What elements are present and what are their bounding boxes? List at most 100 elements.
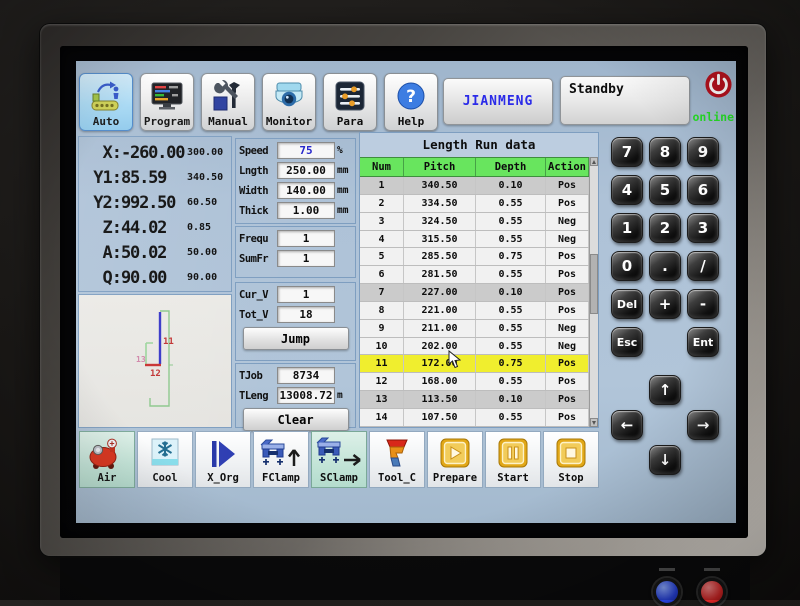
axis-readout-row: Q: 90.00 90.00 <box>79 265 231 290</box>
field-row: TJob 8734 <box>239 367 353 384</box>
panel-button-blue[interactable] <box>653 578 681 606</box>
table-row[interactable]: 4 315.50 0.55 Neg <box>360 231 589 249</box>
field-value-input[interactable]: 250.00 <box>277 162 335 179</box>
scroll-thumb[interactable] <box>590 254 598 313</box>
cell-num: 14 <box>360 409 404 426</box>
cell-depth: 0.75 <box>476 355 546 372</box>
power-button[interactable] <box>704 70 734 100</box>
table-row[interactable]: 10 202.00 0.55 Neg <box>360 338 589 356</box>
field-label: TJob <box>239 370 277 382</box>
tab-monitor[interactable]: Monitor <box>262 73 316 131</box>
cell-pitch: 172.00 <box>404 355 476 372</box>
table-row[interactable]: 3 324.50 0.55 Neg <box>360 213 589 231</box>
toolc-button[interactable]: Tool_C <box>369 431 425 488</box>
scroll-up-button[interactable] <box>590 157 598 166</box>
plus-key[interactable]: + <box>649 289 681 319</box>
table-row[interactable]: 9 211.00 0.55 Neg <box>360 320 589 338</box>
panel-button-red[interactable] <box>698 578 726 606</box>
brand-button[interactable]: JIANMENG <box>443 78 553 125</box>
table-row[interactable]: 2 334.50 0.55 Pos <box>360 195 589 213</box>
tab-para[interactable]: Para <box>323 73 377 131</box>
tab-auto[interactable]: Auto <box>79 73 133 131</box>
cell-depth: 0.55 <box>476 195 546 212</box>
field-value-input[interactable]: 13008.72 <box>277 387 335 404</box>
key-8[interactable]: 8 <box>649 137 681 167</box>
minus-key[interactable]: - <box>687 289 719 319</box>
fclamp-icon <box>258 436 304 472</box>
profile-preview: 11 12 13 <box>78 294 232 428</box>
cell-pitch: 107.50 <box>404 409 476 426</box>
xorg-button[interactable]: X_Org <box>195 431 251 488</box>
cool-icon <box>145 436 185 472</box>
key-3[interactable]: 3 <box>687 213 719 243</box>
field-unit: mm <box>337 165 348 176</box>
key-5[interactable]: 5 <box>649 175 681 205</box>
del-key[interactable]: Del <box>611 289 643 319</box>
scroll-down-button[interactable] <box>590 418 598 427</box>
axis-target-value: 340.50 <box>187 172 231 183</box>
arrow-down-key[interactable]: ↓ <box>649 445 681 475</box>
arrow-left-key[interactable]: ← <box>611 410 643 440</box>
cell-pitch: 227.00 <box>404 284 476 301</box>
table-header: Num Pitch Depth Action <box>360 157 598 177</box>
field-row: Lngth 250.00 mm <box>239 162 353 179</box>
table-row[interactable]: 11 172.00 0.75 Pos <box>360 355 589 373</box>
tab-manual[interactable]: Manual <box>201 73 255 131</box>
table-row[interactable]: 12 168.00 0.55 Pos <box>360 373 589 391</box>
cell-depth: 0.10 <box>476 177 546 194</box>
field-value-input[interactable]: 8734 <box>277 367 335 384</box>
table-scrollbar[interactable] <box>589 157 598 427</box>
cell-pitch: 334.50 <box>404 195 476 212</box>
table-row[interactable]: 1 340.50 0.10 Pos <box>360 177 589 195</box>
air-button[interactable]: Air <box>79 431 135 488</box>
prepare-button[interactable]: Prepare <box>427 431 483 488</box>
table-row[interactable]: 7 227.00 0.10 Pos <box>360 284 589 302</box>
table-row[interactable]: 5 285.50 0.75 Pos <box>360 248 589 266</box>
sclamp-button[interactable]: SClamp <box>311 431 367 488</box>
field-value-input[interactable]: 1.00 <box>277 202 335 219</box>
table-row[interactable]: 14 107.50 0.55 Pos <box>360 409 589 427</box>
key-slash[interactable]: / <box>687 251 719 281</box>
cell-action: Pos <box>546 409 589 426</box>
ent-key[interactable]: Ent <box>687 327 719 357</box>
field-value-input[interactable]: 140.00 <box>277 182 335 199</box>
axis-readout-row: A: 50.02 50.00 <box>79 240 231 265</box>
start-button[interactable]: Start <box>485 431 541 488</box>
cool-button[interactable]: Cool <box>137 431 193 488</box>
cell-num: 1 <box>360 177 404 194</box>
table-row[interactable]: 13 113.50 0.10 Pos <box>360 391 589 409</box>
tab-program[interactable]: Program <box>140 73 194 131</box>
table-title: Length Run data <box>360 133 598 157</box>
key-1[interactable]: 1 <box>611 213 643 243</box>
table-row[interactable]: 8 221.00 0.55 Pos <box>360 302 589 320</box>
cell-depth: 0.55 <box>476 320 546 337</box>
stop-button[interactable]: Stop <box>543 431 599 488</box>
fclamp-button[interactable]: FClamp <box>253 431 309 488</box>
field-value-input[interactable]: 75 <box>277 142 335 159</box>
field-row: Thick 1.00 mm <box>239 202 353 219</box>
key-dot[interactable]: . <box>649 251 681 281</box>
tab-help[interactable]: ? Help <box>384 73 438 131</box>
cell-action: Neg <box>546 231 589 248</box>
key-4[interactable]: 4 <box>611 175 643 205</box>
control-cabinet-panel <box>60 558 750 600</box>
esc-key[interactable]: Esc <box>611 327 643 357</box>
key-9[interactable]: 9 <box>687 137 719 167</box>
field-value-input[interactable]: 1 <box>277 250 335 267</box>
key-0[interactable]: 0 <box>611 251 643 281</box>
jump-button[interactable]: Jump <box>243 327 349 350</box>
cell-num: 6 <box>360 266 404 283</box>
arrow-right-key[interactable]: → <box>687 410 719 440</box>
field-value-input[interactable]: 1 <box>277 230 335 247</box>
key-6[interactable]: 6 <box>687 175 719 205</box>
cell-pitch: 340.50 <box>404 177 476 194</box>
arrow-up-key[interactable]: ↑ <box>649 375 681 405</box>
axis-readout-row: Y1: 85.59 340.50 <box>79 165 231 190</box>
field-value-input[interactable]: 18 <box>277 306 335 323</box>
key-2[interactable]: 2 <box>649 213 681 243</box>
table-row[interactable]: 6 281.50 0.55 Pos <box>360 266 589 284</box>
clear-button[interactable]: Clear <box>243 408 349 431</box>
field-value-input[interactable]: 1 <box>277 286 335 303</box>
key-7[interactable]: 7 <box>611 137 643 167</box>
cell-num: 8 <box>360 302 404 319</box>
